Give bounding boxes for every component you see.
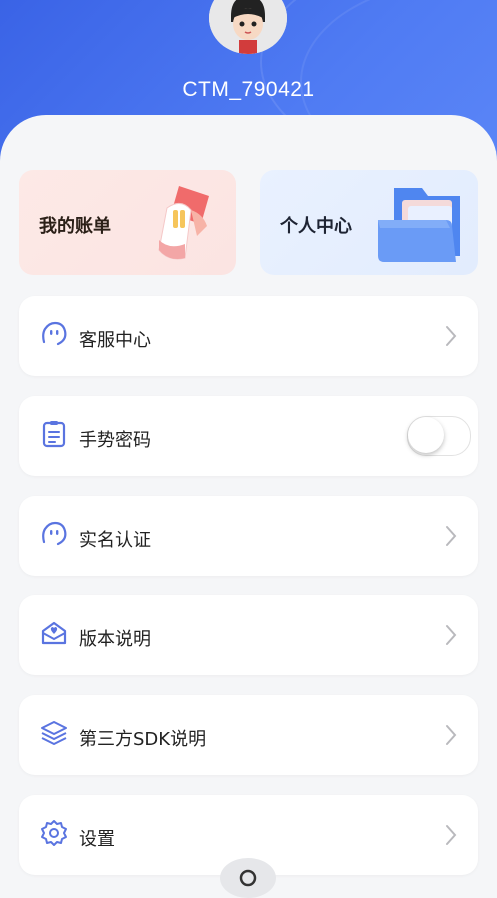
chevron-right-icon — [444, 723, 458, 747]
menu-row-real-name-auth[interactable]: 实名认证 — [19, 496, 478, 576]
menu-label: 客服中心 — [79, 330, 151, 351]
folder-icon — [370, 180, 470, 274]
chevron-right-icon — [444, 524, 458, 548]
mail-heart-icon — [40, 619, 68, 647]
layers-icon — [40, 719, 68, 747]
menu-row-customer-service[interactable]: 客服中心 — [19, 296, 478, 376]
receipt-icon — [147, 180, 223, 272]
smile-face-icon — [40, 320, 68, 348]
menu-label: 第三方SDK说明 — [79, 729, 207, 750]
chevron-right-icon — [444, 823, 458, 847]
username: CTM_790421 — [182, 78, 315, 101]
my-bill-label: 我的账单 — [39, 216, 111, 237]
my-bill-card[interactable]: 我的账单 — [19, 170, 236, 275]
personal-center-card[interactable]: 个人中心 — [260, 170, 478, 275]
smile-face-icon — [40, 520, 68, 548]
gesture-password-toggle[interactable] — [407, 416, 471, 456]
toggle-knob — [408, 417, 444, 453]
chevron-right-icon — [444, 623, 458, 647]
menu-row-gesture-password: 手势密码 — [19, 396, 478, 476]
menu-label: 版本说明 — [79, 629, 151, 650]
menu-label: 手势密码 — [79, 430, 151, 451]
gear-icon — [40, 819, 68, 847]
menu-row-version-notes[interactable]: 版本说明 — [19, 595, 478, 675]
clipboard-icon — [40, 420, 68, 448]
menu-label: 设置 — [79, 829, 115, 850]
personal-center-label: 个人中心 — [280, 216, 352, 237]
bottom-floating-handle[interactable] — [220, 858, 276, 898]
chevron-right-icon — [444, 324, 458, 348]
menu-label: 实名认证 — [79, 530, 151, 551]
menu-row-third-party-sdk[interactable]: 第三方SDK说明 — [19, 695, 478, 775]
